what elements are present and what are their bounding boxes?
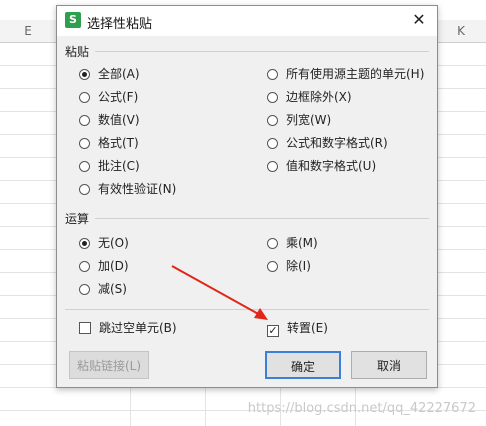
radio-paste-except-borders[interactable]: 边框除外(X) xyxy=(267,88,352,106)
radio-paste-all[interactable]: 全部(A) xyxy=(79,65,140,83)
checkbox-transpose[interactable]: ✓ 转置(E) xyxy=(267,319,328,337)
radio-indicator xyxy=(79,138,90,149)
radio-label: 有效性验证(N) xyxy=(98,182,177,196)
radio-paste-validation[interactable]: 有效性验证(N) xyxy=(79,180,176,198)
radio-indicator xyxy=(79,115,90,126)
radio-label: 边框除外(X) xyxy=(286,90,352,104)
radio-paste-column-widths[interactable]: 列宽(W) xyxy=(267,111,331,129)
radio-paste-values[interactable]: 数值(V) xyxy=(79,111,140,129)
radio-paste-comments[interactable]: 批注(C) xyxy=(79,157,140,175)
radio-indicator xyxy=(79,69,90,80)
radio-paste-formulas[interactable]: 公式(F) xyxy=(79,88,138,106)
section-divider xyxy=(65,309,429,310)
radio-label: 批注(C) xyxy=(98,159,140,173)
radio-indicator xyxy=(267,238,278,249)
radio-label: 列宽(W) xyxy=(286,113,332,127)
radio-label: 值和数字格式(U) xyxy=(286,159,377,173)
cancel-button[interactable]: 取消 xyxy=(351,351,427,379)
check-mark-icon: ✓ xyxy=(267,324,279,337)
group-divider xyxy=(95,51,429,52)
wps-app-icon: S xyxy=(65,12,81,28)
radio-indicator xyxy=(267,69,278,80)
radio-operation-subtract[interactable]: 减(S) xyxy=(79,280,127,298)
dialog-title: 选择性粘贴 xyxy=(87,17,153,32)
paste-link-button[interactable]: 粘贴链接(L) xyxy=(69,351,149,379)
radio-label: 减(S) xyxy=(98,282,127,296)
paste-special-dialog: S 选择性粘贴 ✕ 粘贴 全部(A) 公式(F) 数值(V) 格式(T) 批注(… xyxy=(56,5,438,388)
dialog-titlebar[interactable]: S 选择性粘贴 ✕ xyxy=(57,6,437,36)
radio-label: 全部(A) xyxy=(98,67,140,81)
checkbox-skip-blanks[interactable]: 跳过空单元(B) xyxy=(79,319,177,337)
radio-paste-values-number-formats[interactable]: 值和数字格式(U) xyxy=(267,157,376,175)
radio-label: 公式(F) xyxy=(98,90,139,104)
paste-group-label: 粘贴 xyxy=(65,45,90,59)
radio-label: 格式(T) xyxy=(98,136,139,150)
column-header-k[interactable]: K xyxy=(436,20,486,43)
radio-indicator xyxy=(79,284,90,295)
radio-label: 除(I) xyxy=(286,259,311,273)
radio-operation-multiply[interactable]: 乘(M) xyxy=(267,234,318,252)
radio-indicator xyxy=(267,138,278,149)
radio-label: 数值(V) xyxy=(98,113,140,127)
group-divider xyxy=(95,218,429,219)
checkbox-indicator xyxy=(79,322,91,334)
radio-indicator xyxy=(267,261,278,272)
close-button[interactable]: ✕ xyxy=(409,10,429,30)
checkbox-label: 转置(E) xyxy=(287,321,328,335)
radio-indicator xyxy=(267,115,278,126)
radio-indicator xyxy=(79,92,90,103)
radio-indicator xyxy=(79,161,90,172)
radio-operation-divide[interactable]: 除(I) xyxy=(267,257,311,275)
radio-indicator xyxy=(79,238,90,249)
operation-group-label: 运算 xyxy=(65,212,90,226)
radio-indicator xyxy=(267,161,278,172)
radio-indicator xyxy=(79,184,90,195)
radio-label: 乘(M) xyxy=(286,236,318,250)
radio-paste-all-source-theme[interactable]: 所有使用源主题的单元(H) xyxy=(267,65,424,83)
checkbox-label: 跳过空单元(B) xyxy=(99,321,177,335)
radio-label: 加(D) xyxy=(98,259,129,273)
radio-paste-formulas-number-formats[interactable]: 公式和数字格式(R) xyxy=(267,134,388,152)
radio-indicator xyxy=(267,92,278,103)
ok-button[interactable]: 确定 xyxy=(265,351,341,379)
column-header-e[interactable]: E xyxy=(0,20,57,43)
radio-indicator xyxy=(79,261,90,272)
watermark-text: https://blog.csdn.net/qq_42227672 xyxy=(247,401,476,416)
radio-operation-add[interactable]: 加(D) xyxy=(79,257,129,275)
radio-label: 所有使用源主题的单元(H) xyxy=(286,67,425,81)
radio-operation-none[interactable]: 无(O) xyxy=(79,234,129,252)
radio-label: 公式和数字格式(R) xyxy=(286,136,388,150)
radio-label: 无(O) xyxy=(98,236,129,250)
radio-paste-formats[interactable]: 格式(T) xyxy=(79,134,139,152)
